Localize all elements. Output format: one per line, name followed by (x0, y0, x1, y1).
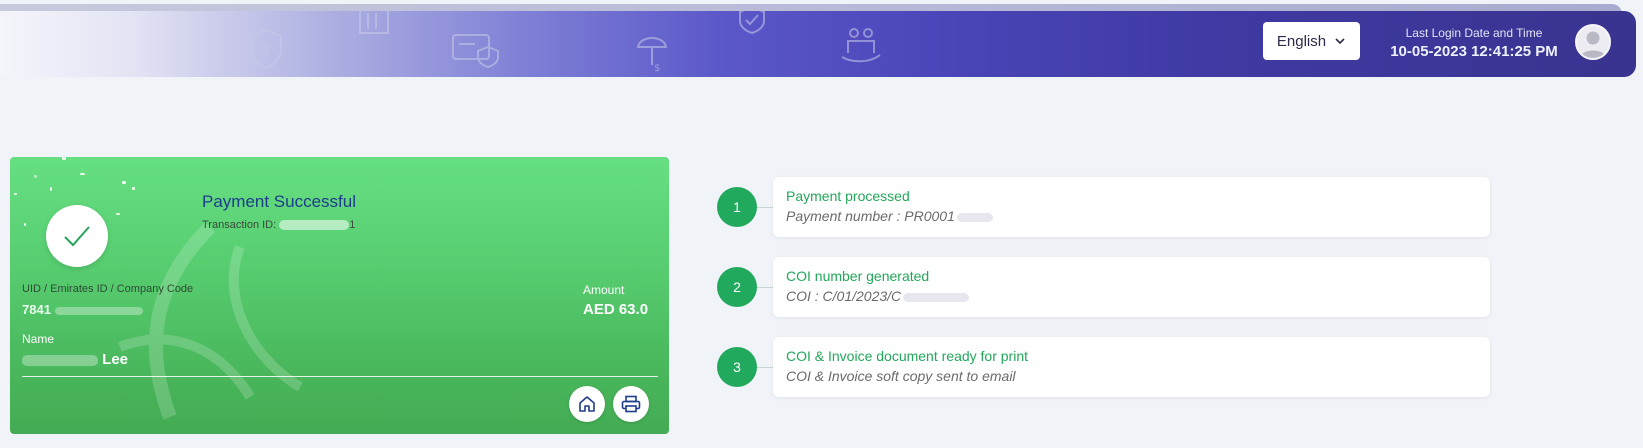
step-connector (757, 367, 773, 368)
shield-check-icon (739, 11, 765, 35)
language-select-value: English (1276, 32, 1327, 50)
home-button[interactable] (569, 386, 605, 422)
home-icon (579, 396, 595, 412)
redacted-value (279, 220, 350, 231)
confetti-piece (34, 175, 37, 178)
last-login-value: 10-05-2023 12:41:25 PM (1390, 43, 1558, 60)
confetti-piece (116, 213, 120, 215)
printer-icon (621, 395, 641, 413)
uid-label: UID / Emirates ID / Company Code (22, 283, 194, 295)
step-card-coi-generated: COI number generated COI : C/01/2023/C (773, 257, 1490, 317)
shield-dollar-icon: $ (250, 28, 282, 70)
confetti-piece (122, 181, 126, 184)
redacted-value (22, 354, 98, 366)
step-title: COI & Invoice document ready for print (786, 348, 1028, 364)
step-subtitle-text: COI : C/01/2023/C (786, 288, 902, 304)
payment-success-card: Payment Successful Transaction ID: 1 UID… (10, 157, 669, 434)
confetti-piece (50, 187, 52, 191)
print-button[interactable] (613, 386, 649, 422)
transaction-id-visible-end: 1 (349, 219, 356, 231)
umbrella-icon: $ (636, 37, 668, 73)
user-avatar[interactable] (1575, 24, 1611, 60)
confetti-piece (14, 193, 17, 195)
step-title: Payment processed (786, 188, 910, 204)
step-connector (757, 207, 773, 208)
last-login-label: Last Login Date and Time (1405, 26, 1543, 40)
confetti-piece (132, 187, 135, 190)
svg-text:$: $ (654, 63, 660, 73)
transaction-id: Transaction ID: 1 (202, 219, 355, 231)
step-number: 1 (717, 187, 757, 227)
uid-value-visible: 7841 (22, 302, 51, 317)
confetti-piece (80, 173, 85, 175)
confetti-piece (24, 223, 26, 226)
success-check-badge (46, 205, 108, 267)
language-select[interactable]: English (1263, 22, 1360, 60)
confetti-piece (62, 157, 66, 160)
step-subtitle: COI & Invoice soft copy sent to email (786, 368, 1016, 384)
card-shield-icon (452, 34, 499, 69)
user-avatar-icon (1580, 31, 1606, 58)
building-icon (359, 11, 389, 34)
payment-status-title: Payment Successful (202, 192, 357, 211)
background-swirl-decoration (118, 222, 303, 420)
step-connector (757, 287, 773, 288)
amount-value: AED 63.0 (583, 301, 649, 318)
name-label: Name (22, 332, 55, 346)
redacted-value (956, 212, 993, 222)
svg-text:$: $ (262, 43, 271, 59)
chevron-down-icon (1335, 38, 1345, 45)
step-number: 3 (717, 347, 757, 387)
family-hand-icon (841, 28, 881, 63)
amount-label: Amount (583, 283, 625, 297)
name-value-visible: Lee (102, 351, 129, 368)
step-title: COI number generated (786, 268, 930, 284)
redacted-value (903, 292, 970, 302)
transaction-id-label: Transaction ID: (202, 219, 277, 231)
app-header: $ $ English Last Login Date and Time 10-… (0, 11, 1636, 77)
checkmark-icon (64, 226, 90, 247)
redacted-value (54, 306, 143, 315)
step-number: 2 (717, 267, 757, 307)
last-login-info: Last Login Date and Time 10-05-2023 12:4… (1384, 26, 1564, 60)
step-subtitle: COI : C/01/2023/C (786, 288, 1477, 304)
step-subtitle: Payment number : PR0001 (786, 208, 1477, 224)
step-card-payment-processed: Payment processed Payment number : PR000… (773, 177, 1490, 237)
card-divider (22, 376, 658, 377)
uid-value: 7841 (22, 302, 143, 317)
name-value: Lee (22, 351, 128, 368)
step-card-document-ready: COI & Invoice document ready for print C… (773, 337, 1490, 397)
step-subtitle-text: Payment number : PR0001 (786, 208, 955, 224)
